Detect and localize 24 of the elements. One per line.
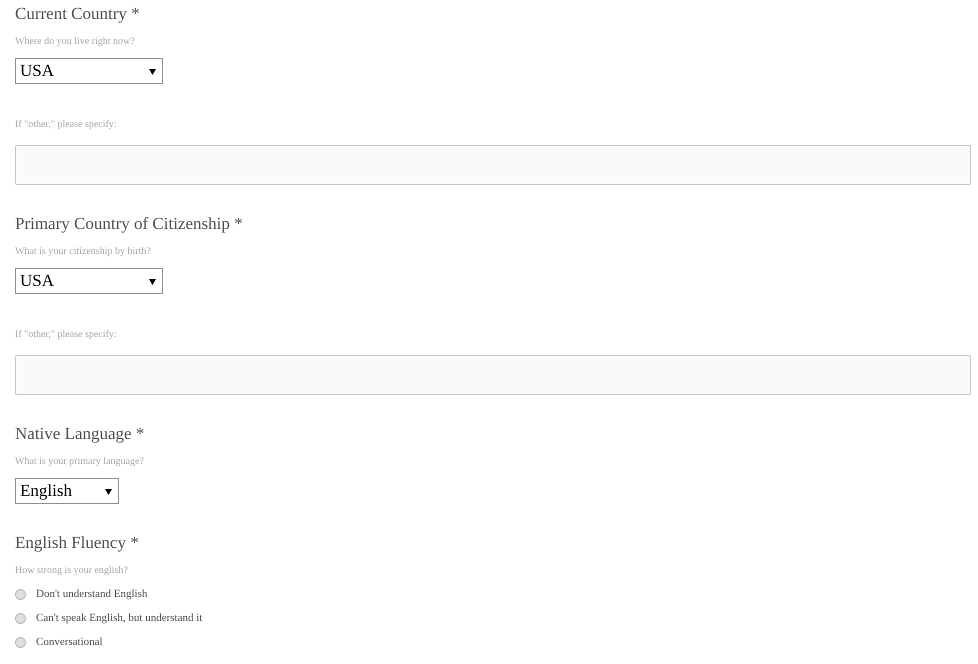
question-label: Native Language * bbox=[15, 424, 146, 444]
question-hint: What is your primary language? bbox=[15, 456, 145, 468]
question-hint: Where do you live right now? bbox=[15, 36, 136, 48]
radio-button[interactable] bbox=[15, 636, 26, 648]
specify-label: If "other," please specify: bbox=[15, 119, 118, 131]
specify-input-field[interactable] bbox=[15, 355, 971, 395]
dropdown[interactable]: English bbox=[15, 478, 119, 504]
dropdown[interactable]: USA bbox=[15, 58, 163, 84]
question-label: Current Country * bbox=[15, 4, 141, 24]
radio-option[interactable]: Can't speak English, but understand it bbox=[15, 609, 978, 627]
radio-button[interactable] bbox=[15, 588, 26, 600]
specify-label: If "other," please specify: bbox=[15, 329, 118, 341]
caret-icon bbox=[149, 68, 156, 74]
question-hint: What is your citizenship by birth? bbox=[15, 246, 152, 258]
caret-icon bbox=[149, 278, 156, 284]
radio-option[interactable]: Conversational bbox=[15, 633, 978, 651]
dropdown[interactable]: USA bbox=[15, 268, 163, 294]
radio-option[interactable]: Don't understand English bbox=[15, 585, 978, 603]
question-label: English Fluency * bbox=[15, 533, 140, 553]
question-label: Primary Country of Citizenship * bbox=[15, 214, 244, 234]
caret-icon bbox=[105, 488, 112, 494]
question-hint: How strong is your english? bbox=[15, 565, 129, 577]
specify-input-field[interactable] bbox=[15, 145, 971, 185]
radio-button[interactable] bbox=[15, 612, 26, 624]
